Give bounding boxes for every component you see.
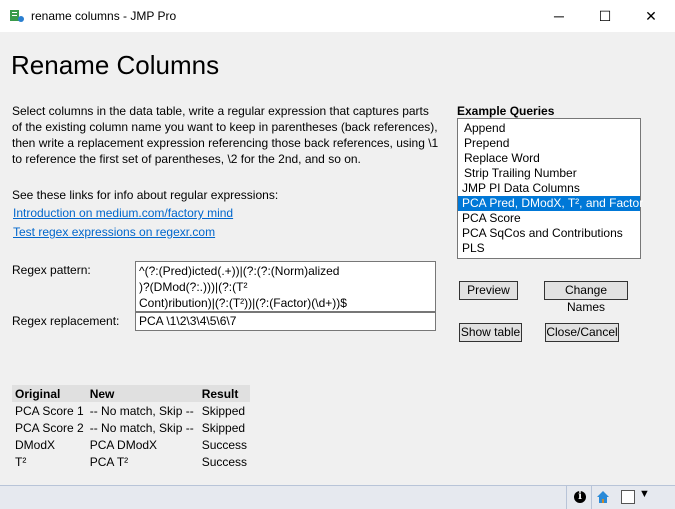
table-row: T² PCA T² Success xyxy=(12,453,250,470)
cell: PCA Score 1 xyxy=(15,403,84,418)
cell: PCA DModX xyxy=(89,437,158,452)
medium-link[interactable]: Introduction on medium.com/factory mind xyxy=(13,206,233,220)
table-row: PCA Score 1 -- No match, Skip -- Skipped xyxy=(12,402,250,419)
table-row: PCA Score 2 -- No match, Skip -- Skipped xyxy=(12,419,250,436)
col-original: Original xyxy=(12,385,87,402)
list-item[interactable]: Strip Trailing Number xyxy=(458,166,640,181)
table-header: Original New Result xyxy=(12,385,251,402)
description-line: to reference the first set of parenthese… xyxy=(12,152,361,166)
window-list-icon[interactable] xyxy=(621,490,635,504)
list-item[interactable]: PLS xyxy=(458,241,640,256)
info-icon[interactable]: i xyxy=(574,491,586,503)
list-item[interactable]: Prepend xyxy=(458,136,640,151)
regex-pattern-label: Regex pattern: xyxy=(12,263,91,277)
description: Select columns in the data table, write … xyxy=(12,103,442,167)
cell: DModX xyxy=(15,437,56,452)
minimize-button[interactable]: ─ xyxy=(536,0,582,32)
list-item[interactable]: Append xyxy=(458,121,640,136)
list-item[interactable]: PCA Score xyxy=(458,211,640,226)
regexr-link[interactable]: Test regex expressions on regexr.com xyxy=(13,225,215,239)
list-item-selected[interactable]: PCA Pred, DModX, T², and Factor xyxy=(458,196,643,211)
links-intro: See these links for info about regular e… xyxy=(12,188,279,202)
cell: -- No match, Skip -- xyxy=(89,403,194,418)
page-title: Rename Columns xyxy=(11,50,220,80)
close-cancel-button[interactable]: Close/Cancel xyxy=(545,323,619,342)
regex-replacement-input[interactable]: PCA \1\2\3\4\5\6\7 xyxy=(135,312,436,331)
example-queries-list[interactable]: Append Prepend Replace Word Strip Traili… xyxy=(457,118,643,259)
cell: PCA Score 2 xyxy=(15,420,84,435)
pattern-line: )?(DMod(?:.)))|(?:(T² xyxy=(139,280,248,294)
home-icon[interactable] xyxy=(596,490,610,504)
pattern-line: Cont)ribution)|(?:(T²))|(?:(Factor)(\d+)… xyxy=(139,296,347,310)
show-table-button[interactable]: Show table xyxy=(459,323,522,342)
description-line: Select columns in the data table, write … xyxy=(12,104,429,118)
regex-pattern-input[interactable]: ^(?:(Pred)icted(.+))|(?:(?:(Norm)alized … xyxy=(135,261,436,312)
col-new: New xyxy=(86,385,199,402)
results-table: Original New Result PCA Score 1 -- No match… xyxy=(12,385,251,470)
table-row: DModX PCA DModX Success xyxy=(12,436,250,453)
cell: Success xyxy=(201,437,248,452)
list-item[interactable]: JMP PI Data Columns xyxy=(458,181,640,196)
cell: T² xyxy=(15,454,27,469)
cell: Skipped xyxy=(201,420,246,435)
pattern-line: ^(?:(Pred)icted(.+))|(?:(?:(Norm)alized xyxy=(139,264,340,278)
regex-replacement-label: Regex replacement: xyxy=(12,314,120,328)
change-names-button[interactable]: Change Names xyxy=(544,281,628,314)
list-item[interactable]: Replace Word xyxy=(458,151,640,166)
dropdown-arrow-icon[interactable]: ▼ xyxy=(639,488,650,500)
maximize-button[interactable]: ☐ xyxy=(582,0,628,32)
example-queries-title: Example Queries xyxy=(457,104,555,118)
cell: Success xyxy=(201,454,248,469)
description-line: then write a replacement expression refe… xyxy=(12,136,439,150)
status-bar: i ▼ xyxy=(0,485,675,509)
window-title: rename columns - JMP Pro xyxy=(31,9,177,23)
cell: Skipped xyxy=(201,403,246,418)
title-bar: rename columns - JMP Pro ─ ☐ ✕ xyxy=(0,0,675,32)
cell: PCA T² xyxy=(89,454,129,469)
jmp-app-icon xyxy=(10,10,24,22)
list-item[interactable]: PCA SqCos and Contributions xyxy=(458,226,640,241)
close-window-button[interactable]: ✕ xyxy=(628,0,674,32)
description-line: of the existing column name you want to … xyxy=(12,120,438,134)
cell: -- No match, Skip -- xyxy=(89,420,194,435)
preview-button[interactable]: Preview xyxy=(459,281,518,300)
col-result: Result xyxy=(198,385,251,402)
